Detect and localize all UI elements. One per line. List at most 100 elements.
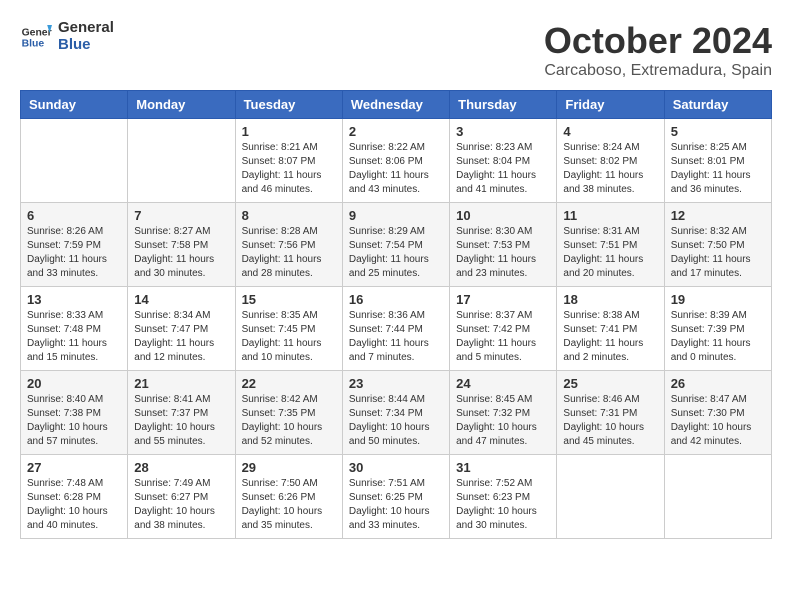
cell-info: Sunrise: 8:35 AM Sunset: 7:45 PM Dayligh… <box>242 309 336 365</box>
cell-info: Sunrise: 8:31 AM Sunset: 7:51 PM Dayligh… <box>563 225 657 281</box>
calendar-cell: 18 Sunrise: 8:38 AM Sunset: 7:41 PM Dayli… <box>557 287 664 371</box>
calendar-cell: 23 Sunrise: 8:44 AM Sunset: 7:34 PM Dayli… <box>342 371 449 455</box>
cell-info: Sunrise: 8:39 AM Sunset: 7:39 PM Dayligh… <box>671 309 765 365</box>
calendar-cell: 5 Sunrise: 8:25 AM Sunset: 8:01 PM Daylig… <box>664 119 771 203</box>
calendar-cell: 26Sunrise: 8:47 AM Sunset: 7:30 PM Dayli… <box>664 371 771 455</box>
day-number: 16 <box>349 292 443 307</box>
calendar-week-row: 27 Sunrise: 7:48 AM Sunset: 6:28 PM Dayli… <box>21 455 772 539</box>
logo: General Blue General Blue <box>20 20 114 53</box>
title-block: October 2024 Carcaboso, Extremadura, Spa… <box>544 20 772 80</box>
cell-info: Sunrise: 8:23 AM Sunset: 8:04 PM Dayligh… <box>456 141 550 197</box>
calendar-cell: 30Sunrise: 7:51 AM Sunset: 6:25 PM Dayli… <box>342 455 449 539</box>
cell-info: Sunrise: 8:33 AM Sunset: 7:48 PM Dayligh… <box>27 309 121 365</box>
cell-info: Sunrise: 8:29 AM Sunset: 7:54 PM Dayligh… <box>349 225 443 281</box>
page-header: General Blue General Blue October 2024 C… <box>20 20 772 80</box>
day-number: 1 <box>242 124 336 139</box>
calendar-cell: 2 Sunrise: 8:22 AM Sunset: 8:06 PM Daylig… <box>342 119 449 203</box>
day-number: 24 <box>456 376 550 391</box>
day-number: 4 <box>563 124 657 139</box>
cell-info: Sunrise: 8:21 AM Sunset: 8:07 PM Dayligh… <box>242 141 336 197</box>
location-title: Carcaboso, Extremadura, Spain <box>544 62 772 80</box>
cell-info: Sunrise: 8:41 AM Sunset: 7:37 PM Dayligh… <box>134 393 228 449</box>
calendar-cell: 6 Sunrise: 8:26 AM Sunset: 7:59 PM Daylig… <box>21 203 128 287</box>
cell-info: Sunrise: 7:50 AM Sunset: 6:26 PM Dayligh… <box>242 477 336 533</box>
calendar-week-row: 13 Sunrise: 8:33 AM Sunset: 7:48 PM Dayli… <box>21 287 772 371</box>
logo-blue-text: Blue <box>58 37 114 54</box>
day-number: 2 <box>349 124 443 139</box>
calendar-cell: 24Sunrise: 8:45 AM Sunset: 7:32 PM Dayli… <box>450 371 557 455</box>
day-number: 10 <box>456 208 550 223</box>
cell-info: Sunrise: 7:49 AM Sunset: 6:27 PM Dayligh… <box>134 477 228 533</box>
calendar-cell: 19 Sunrise: 8:39 AM Sunset: 7:39 PM Dayli… <box>664 287 771 371</box>
cell-info: Sunrise: 8:37 AM Sunset: 7:42 PM Dayligh… <box>456 309 550 365</box>
day-number: 23 <box>349 376 443 391</box>
month-title: October 2024 <box>544 20 772 62</box>
day-of-week-header: Sunday <box>21 91 128 119</box>
calendar-week-row: 1 Sunrise: 8:21 AM Sunset: 8:07 PM Daylig… <box>21 119 772 203</box>
calendar-cell: 13 Sunrise: 8:33 AM Sunset: 7:48 PM Dayli… <box>21 287 128 371</box>
day-number: 3 <box>456 124 550 139</box>
calendar-cell: 21 Sunrise: 8:41 AM Sunset: 7:37 PM Dayli… <box>128 371 235 455</box>
calendar-cell: 29 Sunrise: 7:50 AM Sunset: 6:26 PM Dayli… <box>235 455 342 539</box>
day-number: 7 <box>134 208 228 223</box>
day-number: 20 <box>27 376 121 391</box>
day-number: 29 <box>242 460 336 475</box>
calendar-cell: 17 Sunrise: 8:37 AM Sunset: 7:42 PM Dayli… <box>450 287 557 371</box>
calendar-cell: 27 Sunrise: 7:48 AM Sunset: 6:28 PM Dayli… <box>21 455 128 539</box>
day-of-week-header: Tuesday <box>235 91 342 119</box>
day-number: 14 <box>134 292 228 307</box>
calendar-cell: 16 Sunrise: 8:36 AM Sunset: 7:44 PM Dayli… <box>342 287 449 371</box>
day-number: 27 <box>27 460 121 475</box>
day-number: 6 <box>27 208 121 223</box>
calendar-cell <box>21 119 128 203</box>
calendar-cell: 10 Sunrise: 8:30 AM Sunset: 7:53 PM Dayli… <box>450 203 557 287</box>
cell-info: Sunrise: 7:48 AM Sunset: 6:28 PM Dayligh… <box>27 477 121 533</box>
day-number: 9 <box>349 208 443 223</box>
calendar-cell: 22Sunrise: 8:42 AM Sunset: 7:35 PM Dayli… <box>235 371 342 455</box>
day-number: 13 <box>27 292 121 307</box>
calendar-cell: 25 Sunrise: 8:46 AM Sunset: 7:31 PM Dayli… <box>557 371 664 455</box>
cell-info: Sunrise: 8:22 AM Sunset: 8:06 PM Dayligh… <box>349 141 443 197</box>
day-number: 5 <box>671 124 765 139</box>
calendar-cell: 4Sunrise: 8:24 AM Sunset: 8:02 PM Daylig… <box>557 119 664 203</box>
day-number: 21 <box>134 376 228 391</box>
calendar-cell: 15Sunrise: 8:35 AM Sunset: 7:45 PM Dayli… <box>235 287 342 371</box>
day-number: 19 <box>671 292 765 307</box>
calendar-cell: 1 Sunrise: 8:21 AM Sunset: 8:07 PM Daylig… <box>235 119 342 203</box>
logo-general-text: General <box>58 20 114 37</box>
calendar-cell: 11 Sunrise: 8:31 AM Sunset: 7:51 PM Dayli… <box>557 203 664 287</box>
cell-info: Sunrise: 8:34 AM Sunset: 7:47 PM Dayligh… <box>134 309 228 365</box>
day-number: 11 <box>563 208 657 223</box>
day-of-week-header: Thursday <box>450 91 557 119</box>
day-number: 30 <box>349 460 443 475</box>
day-number: 18 <box>563 292 657 307</box>
cell-info: Sunrise: 8:36 AM Sunset: 7:44 PM Dayligh… <box>349 309 443 365</box>
svg-text:Blue: Blue <box>22 38 45 49</box>
calendar-cell: 14 Sunrise: 8:34 AM Sunset: 7:47 PM Dayli… <box>128 287 235 371</box>
calendar-cell: 3 Sunrise: 8:23 AM Sunset: 8:04 PM Daylig… <box>450 119 557 203</box>
svg-text:General: General <box>22 27 52 38</box>
calendar-cell: 20 Sunrise: 8:40 AM Sunset: 7:38 PM Dayli… <box>21 371 128 455</box>
cell-info: Sunrise: 8:25 AM Sunset: 8:01 PM Dayligh… <box>671 141 765 197</box>
cell-info: Sunrise: 8:44 AM Sunset: 7:34 PM Dayligh… <box>349 393 443 449</box>
day-number: 25 <box>563 376 657 391</box>
calendar-cell: 8Sunrise: 8:28 AM Sunset: 7:56 PM Daylig… <box>235 203 342 287</box>
day-of-week-header: Friday <box>557 91 664 119</box>
calendar-cell: 9 Sunrise: 8:29 AM Sunset: 7:54 PM Daylig… <box>342 203 449 287</box>
cell-info: Sunrise: 8:40 AM Sunset: 7:38 PM Dayligh… <box>27 393 121 449</box>
day-number: 22 <box>242 376 336 391</box>
calendar-cell: 28Sunrise: 7:49 AM Sunset: 6:27 PM Dayli… <box>128 455 235 539</box>
cell-info: Sunrise: 8:46 AM Sunset: 7:31 PM Dayligh… <box>563 393 657 449</box>
calendar-cell <box>128 119 235 203</box>
cell-info: Sunrise: 8:38 AM Sunset: 7:41 PM Dayligh… <box>563 309 657 365</box>
day-number: 17 <box>456 292 550 307</box>
logo-icon: General Blue <box>20 21 52 53</box>
calendar-cell: 7 Sunrise: 8:27 AM Sunset: 7:58 PM Daylig… <box>128 203 235 287</box>
cell-info: Sunrise: 8:27 AM Sunset: 7:58 PM Dayligh… <box>134 225 228 281</box>
day-number: 31 <box>456 460 550 475</box>
cell-info: Sunrise: 8:26 AM Sunset: 7:59 PM Dayligh… <box>27 225 121 281</box>
day-number: 12 <box>671 208 765 223</box>
cell-info: Sunrise: 8:30 AM Sunset: 7:53 PM Dayligh… <box>456 225 550 281</box>
calendar-cell <box>664 455 771 539</box>
calendar-table: SundayMondayTuesdayWednesdayThursdayFrid… <box>20 90 772 539</box>
